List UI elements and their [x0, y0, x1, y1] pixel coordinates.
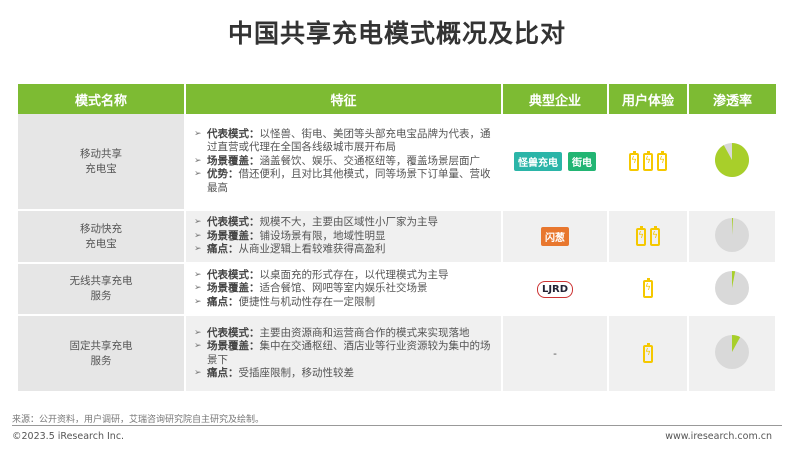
mode-line: 固定共享充电	[69, 339, 133, 352]
feature-value: 适合餐馆、网吧等室内娱乐社交场景	[259, 282, 428, 295]
feature-item: 代表模式：以桌面充的形式存在，以代理模式为主导	[194, 269, 495, 283]
feature-item: 场景覆盖：适合餐馆、网吧等室内娱乐社交场景	[194, 282, 495, 296]
penetration-cell	[688, 315, 777, 393]
company-logo: 街电	[568, 152, 596, 171]
header-features: 特征	[185, 84, 503, 114]
comparison-table: 模式名称 特征 典型企业 用户体验 渗透率 移动共享充电宝代表模式：以怪兽、街电…	[18, 84, 777, 393]
feature-value: 规模不大，主要由区域性小厂家为主导	[259, 216, 439, 229]
experience-cell	[608, 114, 689, 211]
table-row: 移动共享充电宝代表模式：以怪兽、街电、美团等头部充电宝品牌为代表，通过直营或代理…	[18, 114, 777, 211]
companies-cell: 闪葱	[502, 210, 609, 264]
feature-item: 场景覆盖：集中在交通枢纽、酒店业等行业资源较为集中的场景下	[194, 340, 495, 367]
header-penetration: 渗透率	[688, 84, 776, 114]
company-logo: 怪兽充电	[514, 152, 562, 171]
features-cell: 代表模式：以怪兽、街电、美团等头部充电宝品牌为代表，通过直营或代理在全国各线级城…	[185, 114, 503, 211]
battery-icon	[643, 342, 653, 363]
feature-key: 优势：	[207, 168, 239, 181]
experience-cell	[608, 263, 689, 316]
copyright: ©2023.5 iResearch Inc.	[12, 431, 125, 442]
features-cell: 代表模式：主要由资源商和运营商合作的模式来实现落地场景覆盖：集中在交通枢纽、酒店…	[185, 315, 503, 393]
features-cell: 代表模式：规模不大，主要由区域性小厂家为主导场景覆盖：铺设场景有限，地域性明显痛…	[185, 210, 503, 264]
feature-key: 代表模式：	[207, 268, 260, 281]
feature-value: 借还便利，且对比其他模式，同等场景下订单量、营收最高	[207, 168, 491, 194]
battery-icon	[657, 150, 667, 171]
table-row: 移动快充充电宝代表模式：规模不大，主要由区域性小厂家为主导场景覆盖：铺设场景有限…	[18, 210, 777, 264]
battery-icon	[650, 225, 660, 246]
feature-key: 代表模式：	[207, 127, 260, 140]
table-row: 固定共享充电服务代表模式：主要由资源商和运营商合作的模式来实现落地场景覆盖：集中…	[18, 315, 777, 393]
feature-key: 痛点：	[207, 295, 239, 308]
features-cell: 代表模式：以桌面充的形式存在，以代理模式为主导场景覆盖：适合餐馆、网吧等室内娱乐…	[185, 263, 503, 316]
companies-cell: 怪兽充电 街电	[502, 114, 609, 211]
feature-value: 从商业逻辑上看较难获得高盈利	[238, 243, 386, 256]
feature-key: 场景覆盖：	[207, 282, 260, 295]
feature-item: 痛点：受插座限制，移动性较差	[194, 367, 495, 381]
feature-value: 铺设场景有限，地域性明显	[259, 229, 386, 242]
page-title: 中国共享充电模式概况及比对	[227, 19, 566, 48]
feature-key: 痛点：	[207, 243, 239, 256]
feature-item: 场景覆盖：铺设场景有限，地域性明显	[194, 230, 495, 244]
mode-line: 充电宝	[85, 237, 117, 250]
feature-value: 便捷性与机动性存在一定限制	[238, 295, 376, 308]
feature-key: 代表模式：	[207, 216, 260, 229]
feature-key: 代表模式：	[207, 326, 260, 339]
feature-key: 场景覆盖：	[207, 154, 260, 167]
header-experience: 用户体验	[608, 84, 689, 114]
feature-item: 优势：借还便利，且对比其他模式，同等场景下订单量、营收最高	[194, 168, 495, 195]
penetration-pie	[715, 335, 749, 369]
company-logo: 闪葱	[541, 227, 569, 246]
feature-value: 涵盖餐饮、娱乐、交通枢纽等，覆盖场景层面广	[259, 154, 481, 167]
mode-line: 无线共享充电	[69, 275, 133, 287]
feature-item: 代表模式：以怪兽、街电、美团等头部充电宝品牌为代表，通过直营或代理在全国各线级城…	[194, 128, 495, 155]
mode-name: 移动快充 充电宝	[18, 210, 186, 264]
penetration-pie	[715, 270, 749, 305]
battery-icon	[629, 150, 639, 171]
penetration-pie	[714, 143, 749, 177]
companies-cell: LJRD	[502, 263, 609, 316]
feature-item: 代表模式：主要由资源商和运营商合作的模式来实现落地	[194, 327, 495, 341]
table-row: 无线共享充电服务代表模式：以桌面充的形式存在，以代理模式为主导场景覆盖：适合餐馆…	[18, 263, 777, 316]
mode-line: 服务	[90, 354, 112, 367]
mode-name: 固定共享充电 服务	[18, 315, 186, 393]
feature-item: 痛点：从商业逻辑上看较难获得高盈利	[194, 243, 495, 257]
experience-cell	[608, 315, 689, 393]
feature-value: 以桌面充的形式存在，以代理模式为主导	[259, 268, 449, 281]
feature-item: 痛点：便捷性与机动性存在一定限制	[194, 296, 495, 310]
header-companies: 典型企业	[502, 84, 609, 114]
feature-key: 场景覆盖：	[207, 229, 260, 242]
mode-name: 无线共享充电 服务	[18, 263, 186, 316]
mode-line: 移动共享	[80, 147, 122, 160]
feature-key: 场景覆盖：	[207, 340, 260, 352]
header-mode: 模式名称	[18, 84, 186, 114]
feature-item: 代表模式：规模不大，主要由区域性小厂家为主导	[194, 216, 495, 230]
battery-icon	[643, 150, 653, 171]
footer-divider	[12, 425, 782, 426]
mode-line: 充电宝	[85, 162, 117, 175]
source-note: 来源：公开资料，用户调研，艾瑞咨询研究院自主研究及绘制。	[12, 415, 265, 425]
mode-name: 移动共享 充电宝	[18, 114, 186, 211]
battery-icon	[636, 225, 646, 246]
battery-icon	[643, 278, 653, 298]
feature-value: 受插座限制，移动性较差	[238, 367, 355, 379]
website-url: www.iresearch.com.cn	[665, 431, 772, 442]
feature-value: 主要由资源商和运营商合作的模式来实现落地	[259, 326, 470, 339]
experience-cell	[608, 210, 689, 264]
feature-item: 场景覆盖：涵盖餐饮、娱乐、交通枢纽等，覆盖场景层面广	[194, 155, 495, 169]
mode-line: 移动快充	[80, 222, 122, 235]
company-logo: LJRD	[536, 280, 574, 298]
companies-cell: -	[502, 315, 609, 393]
mode-line: 服务	[90, 290, 112, 302]
no-company: -	[553, 347, 557, 360]
penetration-cell	[688, 263, 777, 316]
penetration-cell	[688, 210, 777, 264]
feature-key: 痛点：	[207, 367, 239, 379]
penetration-pie	[715, 217, 749, 252]
penetration-cell	[688, 114, 777, 211]
